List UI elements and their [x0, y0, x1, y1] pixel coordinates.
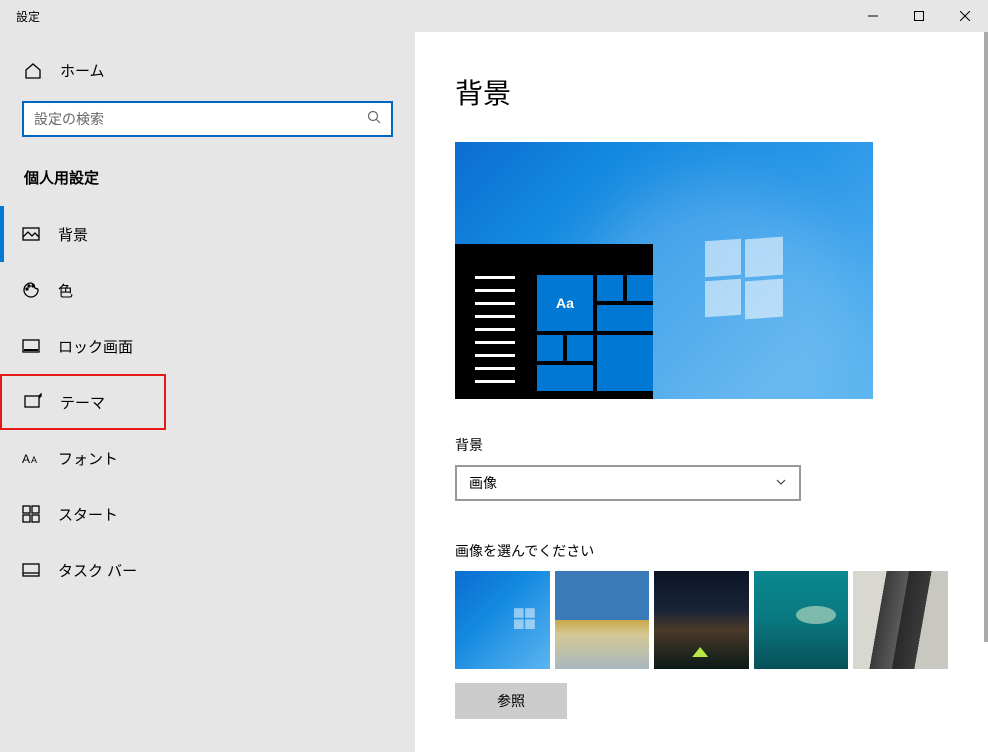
svg-text:A: A — [22, 452, 30, 465]
sidebar-item-label: 背景 — [58, 224, 88, 245]
image-thumbnails — [455, 571, 948, 669]
sidebar-item-background[interactable]: 背景 — [0, 206, 415, 262]
sidebar-item-label: スタート — [58, 504, 118, 525]
sidebar-item-lockscreen[interactable]: ロック画面 — [0, 318, 415, 374]
dropdown-value: 画像 — [469, 473, 497, 493]
sidebar-item-taskbar[interactable]: タスク バー — [0, 542, 415, 598]
search-icon — [367, 110, 381, 129]
search-field[interactable] — [34, 111, 367, 127]
minimize-button[interactable] — [850, 0, 896, 32]
sidebar-item-label: フォント — [58, 448, 118, 469]
background-type-dropdown[interactable]: 画像 — [455, 465, 801, 501]
start-icon — [22, 505, 40, 523]
scrollbar-thumb[interactable] — [984, 32, 988, 642]
browse-button[interactable]: 参照 — [455, 683, 567, 719]
image-thumbnail[interactable] — [555, 571, 650, 669]
page-title: 背景 — [455, 72, 948, 112]
preview-sample-text: Aa — [537, 275, 593, 331]
scrollbar[interactable] — [984, 32, 988, 752]
sidebar-item-themes[interactable]: テーマ — [0, 374, 166, 430]
fonts-icon: AA — [22, 449, 40, 467]
close-button[interactable] — [942, 0, 988, 32]
image-thumbnail[interactable] — [455, 571, 550, 669]
palette-icon — [22, 281, 40, 299]
browse-label: 参照 — [497, 691, 525, 711]
image-thumbnail[interactable] — [853, 571, 948, 669]
svg-text:A: A — [31, 455, 37, 465]
preview-start-menu: Aa — [455, 244, 653, 399]
titlebar-controls — [850, 0, 988, 32]
background-dropdown-label: 背景 — [455, 435, 948, 455]
windows-logo-icon — [705, 238, 785, 318]
home-button[interactable]: ホーム — [0, 60, 415, 101]
taskbar-icon — [22, 561, 40, 579]
content-area: 背景 Aa — [415, 32, 988, 752]
sidebar-item-start[interactable]: スタート — [0, 486, 415, 542]
sidebar: ホーム 個人用設定 背景 色 ロック画面 — [0, 32, 415, 752]
home-label: ホーム — [60, 60, 105, 81]
desktop-preview: Aa — [455, 142, 873, 399]
sidebar-item-label: 色 — [58, 280, 73, 301]
sidebar-item-colors[interactable]: 色 — [0, 262, 415, 318]
lockscreen-icon — [22, 337, 40, 355]
sidebar-item-label: ロック画面 — [58, 336, 133, 357]
picture-icon — [22, 225, 40, 243]
search-input[interactable] — [22, 101, 393, 137]
chevron-down-icon — [775, 475, 787, 491]
sidebar-item-fonts[interactable]: AA フォント — [0, 430, 415, 486]
maximize-button[interactable] — [896, 0, 942, 32]
image-thumbnail[interactable] — [654, 571, 749, 669]
sidebar-item-label: タスク バー — [58, 560, 137, 581]
window-title: 設定 — [16, 8, 40, 25]
themes-icon — [24, 393, 42, 411]
titlebar: 設定 — [0, 0, 988, 32]
choose-image-label: 画像を選んでください — [455, 541, 948, 561]
home-icon — [24, 62, 42, 80]
image-thumbnail[interactable] — [754, 571, 849, 669]
sidebar-item-label: テーマ — [60, 392, 105, 413]
section-header: 個人用設定 — [0, 167, 415, 206]
